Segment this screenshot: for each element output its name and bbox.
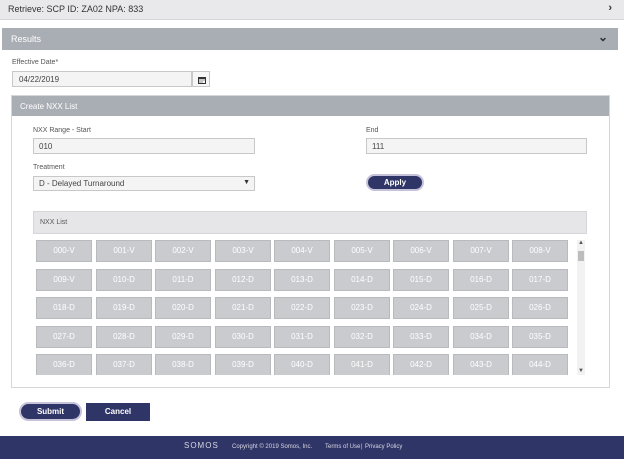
chevron-down-icon[interactable]: ⌄	[598, 30, 608, 44]
range-end-label: End	[366, 127, 379, 134]
nxx-cell[interactable]: 026-D	[512, 297, 568, 319]
nxx-cell[interactable]: 030-D	[215, 326, 271, 348]
effective-date-input[interactable]: 04/22/2019	[12, 71, 192, 87]
nxx-cell[interactable]: 015-D	[393, 269, 449, 291]
nxx-cell[interactable]: 023-D	[334, 297, 390, 319]
nxx-cell[interactable]: 009-V	[36, 269, 92, 291]
footer-separator: |	[361, 444, 363, 450]
nxx-cell[interactable]: 032-D	[334, 326, 390, 348]
range-start-input[interactable]: 010	[33, 138, 255, 154]
scroll-thumb[interactable]	[578, 251, 584, 261]
nxx-cell[interactable]: 019-D	[96, 297, 152, 319]
nxx-cell[interactable]: 029-D	[155, 326, 211, 348]
nxx-cell[interactable]: 014-D	[334, 269, 390, 291]
nxx-cell[interactable]: 034-D	[453, 326, 509, 348]
nxx-cell[interactable]: 040-D	[274, 354, 330, 375]
nxx-cell[interactable]: 039-D	[215, 354, 271, 375]
nxx-cell[interactable]: 010-D	[96, 269, 152, 291]
nxx-cell[interactable]: 022-D	[274, 297, 330, 319]
terms-of-use-link[interactable]: Terms of Use	[325, 444, 360, 450]
nxx-cell[interactable]: 002-V	[155, 240, 211, 262]
nxx-cell[interactable]: 038-D	[155, 354, 211, 375]
effective-date-label: Effective Date*	[12, 59, 59, 66]
retrieve-bar[interactable]: Retrieve: SCP ID: ZA02 NPA: 833 ›	[0, 0, 624, 20]
nxx-cell[interactable]: 001-V	[96, 240, 152, 262]
nxx-list-header: NXX List	[33, 211, 587, 234]
retrieve-title: Retrieve: SCP ID: ZA02 NPA: 833	[8, 4, 144, 14]
nxx-cell[interactable]: 035-D	[512, 326, 568, 348]
nxx-cell[interactable]: 020-D	[155, 297, 211, 319]
scroll-up-icon[interactable]: ▲	[578, 240, 584, 246]
nxx-cell[interactable]: 008-V	[512, 240, 568, 262]
nxx-cell[interactable]: 021-D	[215, 297, 271, 319]
nxx-cell[interactable]: 006-V	[393, 240, 449, 262]
footer-copyright: Copyright © 2019 Somos, Inc.	[232, 444, 313, 450]
nxx-cell[interactable]: 017-D	[512, 269, 568, 291]
nxx-cell[interactable]: 036-D	[36, 354, 92, 375]
nxx-list-label: NXX List	[40, 219, 68, 226]
nxx-cell[interactable]: 011-D	[155, 269, 211, 291]
nxx-cell[interactable]: 043-D	[453, 354, 509, 375]
treatment-select[interactable]: D - Delayed Turnaround ▼	[33, 176, 255, 191]
nxx-cell[interactable]: 031-D	[274, 326, 330, 348]
nxx-cell[interactable]: 018-D	[36, 297, 92, 319]
calendar-button[interactable]	[192, 71, 210, 87]
nxx-cell[interactable]: 027-D	[36, 326, 92, 348]
results-title: Results	[11, 34, 42, 44]
calendar-icon	[198, 77, 206, 84]
nxx-cell[interactable]: 007-V	[453, 240, 509, 262]
nxx-cell[interactable]: 042-D	[393, 354, 449, 375]
chevron-right-icon[interactable]: ›	[608, 2, 612, 14]
nxx-cell[interactable]: 012-D	[215, 269, 271, 291]
nxx-cell[interactable]: 025-D	[453, 297, 509, 319]
nxx-cell[interactable]: 024-D	[393, 297, 449, 319]
nxx-cell[interactable]: 003-V	[215, 240, 271, 262]
range-start-label: NXX Range - Start	[33, 127, 91, 134]
scroll-down-icon[interactable]: ▼	[578, 368, 584, 374]
footer: SOMOS Copyright © 2019 Somos, Inc. Terms…	[0, 436, 624, 459]
nxx-cell[interactable]: 004-V	[274, 240, 330, 262]
nxx-cell[interactable]: 000-V	[36, 240, 92, 262]
nxx-cell[interactable]: 005-V	[334, 240, 390, 262]
nxx-cell[interactable]: 037-D	[96, 354, 152, 375]
nxx-grid: 000-V 001-V 002-V 003-V 004-V 005-V 006-V 007-V…	[36, 240, 576, 375]
apply-button[interactable]: Apply	[366, 174, 424, 191]
nxx-cell[interactable]: 044-D	[512, 354, 568, 375]
submit-button[interactable]: Submit	[19, 402, 82, 421]
somos-logo: SOMOS	[184, 441, 219, 450]
nxx-cell[interactable]: 016-D	[453, 269, 509, 291]
nxx-cell[interactable]: 013-D	[274, 269, 330, 291]
treatment-value: D - Delayed Turnaround	[39, 179, 125, 188]
create-nxx-header: Create NXX List	[12, 96, 609, 116]
create-nxx-title: Create NXX List	[20, 102, 78, 111]
nxx-cell[interactable]: 033-D	[393, 326, 449, 348]
nxx-cell[interactable]: 041-D	[334, 354, 390, 375]
nxx-scrollbar[interactable]: ▲ ▼	[577, 240, 585, 375]
range-end-input[interactable]: 111	[366, 138, 587, 154]
cancel-button[interactable]: Cancel	[86, 403, 150, 421]
nxx-cell[interactable]: 028-D	[96, 326, 152, 348]
results-bar[interactable]: Results ⌄	[2, 28, 618, 50]
privacy-policy-link[interactable]: Privacy Policy	[365, 444, 402, 450]
treatment-label: Treatment	[33, 164, 65, 171]
dropdown-arrow-icon: ▼	[243, 179, 250, 186]
